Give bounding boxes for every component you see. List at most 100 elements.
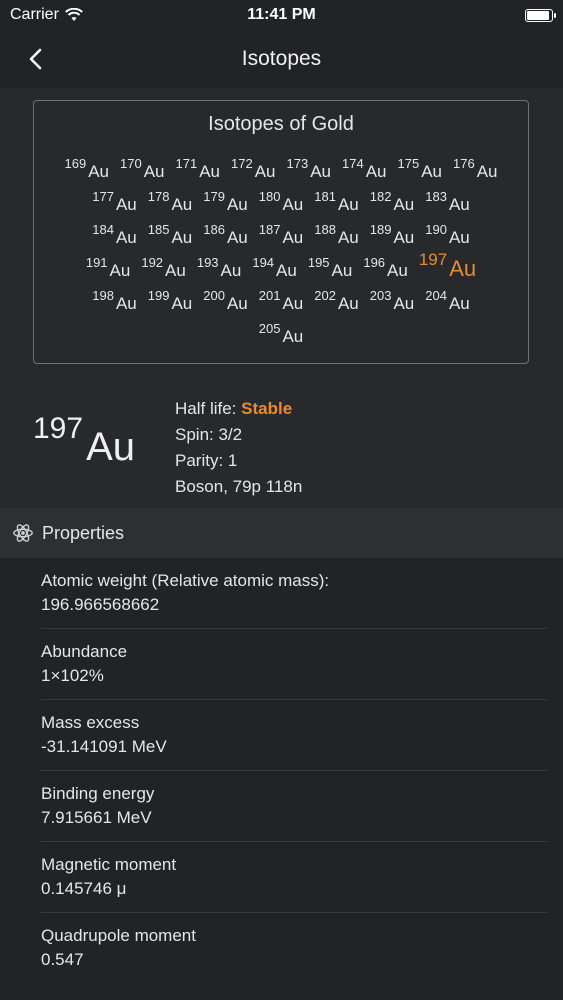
isotope-mass: 196 (363, 255, 386, 270)
isotope-mass: 177 (92, 189, 114, 204)
isotope-symbol: Au (282, 294, 304, 313)
selected-isotope-symbol: 197 Au (33, 414, 135, 468)
property-value: 0.145746 μ (41, 879, 127, 898)
isotope-172[interactable]: 172 Au (231, 157, 276, 182)
isotope-symbol: Au (476, 162, 498, 181)
isotope-symbol: Au (171, 228, 193, 247)
half-life-row: Half life: Stable (175, 396, 302, 422)
property-value: 7.915661 MeV (41, 808, 152, 827)
properties-list: Atomic weight (Relative atomic mass): 196… (0, 558, 563, 984)
isotope-175[interactable]: 175 Au (398, 157, 443, 182)
battery-icon (525, 8, 556, 22)
isotope-196[interactable]: 196 Au (363, 256, 408, 281)
isotope-symbol: Au (226, 228, 248, 247)
isotope-176[interactable]: 176 Au (453, 157, 498, 182)
isotope-mass: 184 (92, 222, 114, 237)
composition-row: Boson, 79p 118n (175, 477, 303, 496)
isotope-mass: 180 (258, 189, 281, 204)
isotope-mass: 192 (141, 255, 164, 270)
property-row: Abundance 1×102% (0, 629, 563, 700)
isotope-171[interactable]: 171 Au (176, 157, 221, 182)
half-life-label: Half life: (175, 399, 237, 418)
isotope-183[interactable]: 183 Au (425, 190, 470, 215)
isotope-mass: 173 (286, 156, 309, 171)
isotope-symbol: Au (254, 162, 276, 181)
property-label: Quadrupole moment (41, 926, 196, 945)
isotope-detail: 197 Au Half life: Stable Spin: 3/2 Parit… (0, 390, 563, 508)
isotope-177[interactable]: 177 Au (92, 190, 137, 215)
isotope-symbol: Au (115, 195, 137, 214)
isotope-mass: 193 (196, 255, 219, 270)
property-row: Quadrupole moment 0.547 (0, 913, 563, 984)
isotope-178[interactable]: 178 Au (148, 190, 193, 215)
isotope-180[interactable]: 180 Au (259, 190, 304, 215)
isotope-mass: 187 (258, 222, 281, 237)
isotope-mass: 201 (258, 288, 281, 303)
isotope-194[interactable]: 194 Au (252, 256, 297, 281)
isotope-symbol: Au (337, 195, 359, 214)
isotope-184[interactable]: 184 Au (92, 223, 137, 248)
isotope-169[interactable]: 169 Au (65, 157, 110, 182)
isotope-192[interactable]: 192 Au (141, 256, 186, 281)
isotope-191[interactable]: 191 Au (86, 256, 131, 281)
isotope-row: 177 Au 178 Au 179 Au 180 Au 181 Au 182 Au 183 Au (34, 182, 528, 215)
isotope-185[interactable]: 185 Au (148, 223, 193, 248)
isotope-181[interactable]: 181 Au (314, 190, 359, 215)
isotope-190[interactable]: 190 Au (425, 223, 470, 248)
isotope-186[interactable]: 186 Au (203, 223, 248, 248)
isotope-187[interactable]: 187 Au (259, 223, 304, 248)
atom-icon (13, 524, 33, 542)
isotope-symbol: Au (88, 162, 109, 181)
isotope-row: 205 Au (34, 314, 528, 347)
isotope-mass: 176 (453, 156, 475, 171)
isotope-mass: 174 (342, 156, 364, 171)
isotope-198[interactable]: 198 Au (92, 289, 137, 314)
property-row: Binding energy 7.915661 MeV (0, 771, 563, 842)
isotope-mass: 186 (203, 222, 225, 237)
isotope-204[interactable]: 204 Au (425, 289, 470, 314)
isotope-symbol: Au (171, 294, 193, 313)
status-bar: Carrier 11:41 PM (0, 0, 563, 30)
isotope-182[interactable]: 182 Au (370, 190, 415, 215)
isotope-symbol: Au (171, 195, 193, 214)
isotope-203[interactable]: 203 Au (370, 289, 415, 314)
isotope-mass: 189 (369, 222, 392, 237)
isotope-170[interactable]: 170 Au (120, 157, 165, 182)
isotope-symbol: Au (282, 327, 304, 346)
isotope-193[interactable]: 193 Au (197, 256, 242, 281)
isotope-mass: 178 (147, 189, 170, 204)
property-row: Atomic weight (Relative atomic mass): 196… (0, 558, 563, 629)
isotope-179[interactable]: 179 Au (203, 190, 248, 215)
carrier-label: Carrier (10, 6, 59, 23)
parity-row: Parity: 1 (175, 451, 238, 470)
property-value: 0.547 (41, 950, 84, 969)
isotope-symbol: Au (448, 228, 470, 247)
isotope-symbol: Au (109, 261, 131, 280)
isotope-mass: 205 (258, 321, 281, 336)
isotope-mass: 198 (92, 288, 114, 303)
isotope-mass: 181 (314, 189, 336, 204)
isotope-201[interactable]: 201 Au (259, 289, 304, 314)
isotope-195[interactable]: 195 Au (308, 256, 353, 281)
isotope-symbol: Au (387, 261, 408, 280)
back-button[interactable] (20, 44, 50, 74)
isotope-symbol: Au (393, 294, 415, 313)
isotope-mass: 190 (425, 222, 447, 237)
status-left: Carrier (10, 6, 83, 24)
isotope-mass: 169 (64, 156, 87, 171)
isotope-174[interactable]: 174 Au (342, 157, 387, 182)
isotope-197[interactable]: 197 Au (419, 251, 476, 281)
property-row: Mass excess -31.141091 MeV (0, 700, 563, 771)
property-label: Atomic weight (Relative atomic mass): (41, 571, 330, 590)
isotope-grid-title: Isotopes of Gold (208, 113, 354, 135)
isotope-202[interactable]: 202 Au (314, 289, 359, 314)
isotope-row: 191 Au 192 Au 193 Au 194 Au 195 Au 196 Au 197 Au (34, 248, 528, 281)
isotope-199[interactable]: 199 Au (148, 289, 193, 314)
isotope-173[interactable]: 173 Au (287, 157, 332, 182)
isotope-189[interactable]: 189 Au (370, 223, 415, 248)
isotope-symbol: Au (449, 256, 477, 281)
isotope-188[interactable]: 188 Au (314, 223, 359, 248)
isotope-200[interactable]: 200 Au (203, 289, 248, 314)
isotope-205[interactable]: 205 Au (259, 322, 304, 347)
isotope-symbol: Au (226, 294, 248, 313)
